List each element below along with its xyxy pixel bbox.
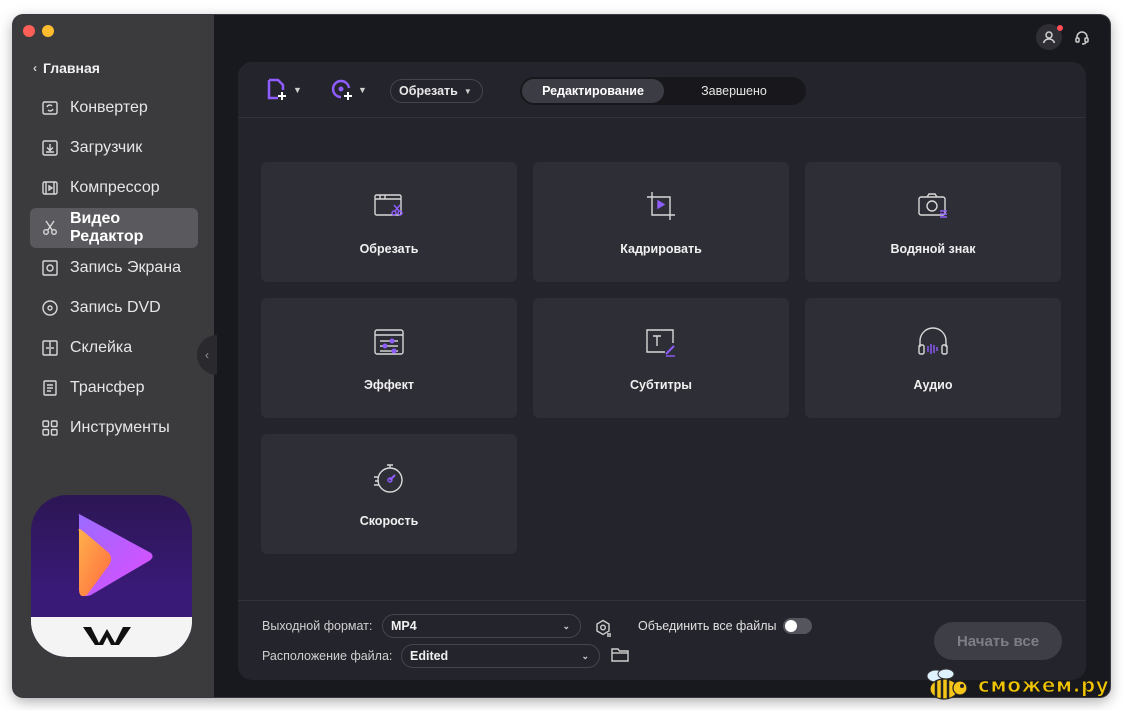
sidebar-item-tools[interactable]: Инструменты <box>30 408 198 448</box>
merge-all-label: Объединить все файлы <box>638 619 777 633</box>
sidebar-item-label: Трансфер <box>70 379 145 396</box>
audio-icon <box>915 324 951 360</box>
main-panel: ▼ ▼ Обрезать ▼ Редактирование Завершено … <box>238 62 1086 680</box>
add-file-button[interactable]: ▼ <box>265 78 302 102</box>
sidebar-item-label: Загрузчик <box>70 139 143 156</box>
tool-dropdown-label: Обрезать <box>399 84 458 98</box>
sidebar-item-label: Конвертер <box>70 99 148 116</box>
tab-editing[interactable]: Редактирование <box>522 79 664 103</box>
sidebar-item-downloader[interactable]: Загрузчик <box>30 128 198 168</box>
start-all-button[interactable]: Начать все <box>934 622 1062 660</box>
transfer-icon <box>40 378 60 398</box>
chevron-down-icon: ⌄ <box>581 650 589 661</box>
card-speed[interactable]: Скорость <box>261 434 517 554</box>
card-label: Аудио <box>913 378 953 392</box>
toolbar: ▼ ▼ Обрезать ▼ Редактирование Завершено <box>238 62 1086 118</box>
card-label: Кадрировать <box>620 242 702 256</box>
folder-icon <box>611 648 629 662</box>
close-window-button[interactable] <box>23 25 35 37</box>
sidebar-item-label: Инструменты <box>70 419 170 436</box>
merge-all-toggle[interactable] <box>783 618 812 634</box>
back-home-label: Главная <box>43 60 100 76</box>
card-crop[interactable]: Кадрировать <box>533 162 789 282</box>
card-trim[interactable]: Обрезать <box>261 162 517 282</box>
file-location-select[interactable]: Edited ⌄ <box>401 644 600 668</box>
status-tabs: Редактирование Завершено <box>520 77 806 105</box>
tab-finished[interactable]: Завершено <box>664 79 804 103</box>
download-icon <box>40 138 60 158</box>
card-label: Субтитры <box>630 378 692 392</box>
output-format-select[interactable]: MP4 ⌄ <box>382 614 581 638</box>
notification-dot <box>1057 25 1063 31</box>
settings-icon <box>596 619 611 637</box>
card-subtitles[interactable]: Субтитры <box>533 298 789 418</box>
card-watermark[interactable]: Водяной знак <box>805 162 1061 282</box>
sidebar-nav: Конвертер Загрузчик Компрессор Видео Ред… <box>30 88 198 448</box>
sidebar-item-label: Запись DVD <box>70 299 161 316</box>
card-label: Водяной знак <box>890 242 976 256</box>
toggle-knob <box>785 620 797 632</box>
chevron-down-icon: ▼ <box>293 85 302 95</box>
sidebar-item-merge[interactable]: Склейка <box>30 328 198 368</box>
watermark-icon <box>915 188 951 224</box>
sidebar-item-compressor[interactable]: Компрессор <box>30 168 198 208</box>
sidebar-item-label: Видео Редактор <box>69 210 144 245</box>
app-window: ‹ Главная Конвертер Загрузчик Компрессор… <box>13 15 1110 697</box>
effect-icon <box>371 324 407 360</box>
watermark-text: сможем.ру <box>977 673 1110 698</box>
chevron-down-icon: ⌄ <box>562 620 570 631</box>
output-format-label: Выходной формат: <box>262 619 373 633</box>
format-settings-button[interactable] <box>592 617 614 639</box>
chevron-left-icon: ‹ <box>33 61 37 75</box>
output-format-value: MP4 <box>391 619 417 633</box>
site-watermark: сможем.ру <box>922 668 1109 702</box>
add-file-icon <box>267 78 286 100</box>
sidebar-item-screen-record[interactable]: Запись Экрана <box>30 248 198 288</box>
card-label: Скорость <box>359 514 419 528</box>
card-label: Обрезать <box>359 242 419 256</box>
open-folder-button[interactable] <box>611 646 631 664</box>
add-media-button[interactable]: ▼ <box>330 78 367 102</box>
sidebar-item-video-editor[interactable]: Видео Редактор <box>30 208 198 248</box>
bee-logo-icon <box>926 668 968 700</box>
sidebar: ‹ Главная Конвертер Загрузчик Компрессор… <box>13 15 214 697</box>
back-home-link[interactable]: ‹ Главная <box>33 60 100 76</box>
screen-record-icon <box>40 258 60 278</box>
tools-grid: Обрезать Кадрировать Водяной знак Эффект… <box>261 162 1061 554</box>
card-label: Эффект <box>364 378 414 392</box>
app-logo <box>31 495 192 657</box>
file-location-value: Edited <box>410 649 449 663</box>
add-media-icon <box>331 79 352 100</box>
sidebar-item-converter[interactable]: Конвертер <box>30 88 198 128</box>
sidebar-item-transfer[interactable]: Трансфер <box>30 368 198 408</box>
tool-dropdown[interactable]: Обрезать ▼ <box>390 79 483 103</box>
merge-icon <box>40 338 60 358</box>
crop-icon <box>643 188 679 224</box>
card-effect[interactable]: Эффект <box>261 298 517 418</box>
subtitles-icon <box>643 324 679 360</box>
compress-icon <box>40 178 60 198</box>
headset-icon <box>1075 31 1089 45</box>
sidebar-item-label: Запись Экрана <box>70 259 181 276</box>
user-icon <box>1042 31 1056 44</box>
sidebar-item-dvd[interactable]: Запись DVD <box>30 288 198 328</box>
sidebar-item-label: Склейка <box>70 339 133 356</box>
card-audio[interactable]: Аудио <box>805 298 1061 418</box>
trim-icon <box>371 188 407 224</box>
sidebar-item-label: Компрессор <box>70 179 160 196</box>
chevron-down-icon: ▼ <box>358 85 367 95</box>
dvd-icon <box>40 298 60 318</box>
converter-icon <box>40 98 60 118</box>
grid-icon <box>40 418 60 438</box>
support-button[interactable] <box>1069 24 1095 50</box>
scissors-icon <box>40 218 60 238</box>
speed-icon <box>371 460 407 496</box>
minimize-window-button[interactable] <box>42 25 54 37</box>
file-location-label: Расположение файла: <box>262 649 393 663</box>
chevron-down-icon: ▼ <box>463 86 472 96</box>
